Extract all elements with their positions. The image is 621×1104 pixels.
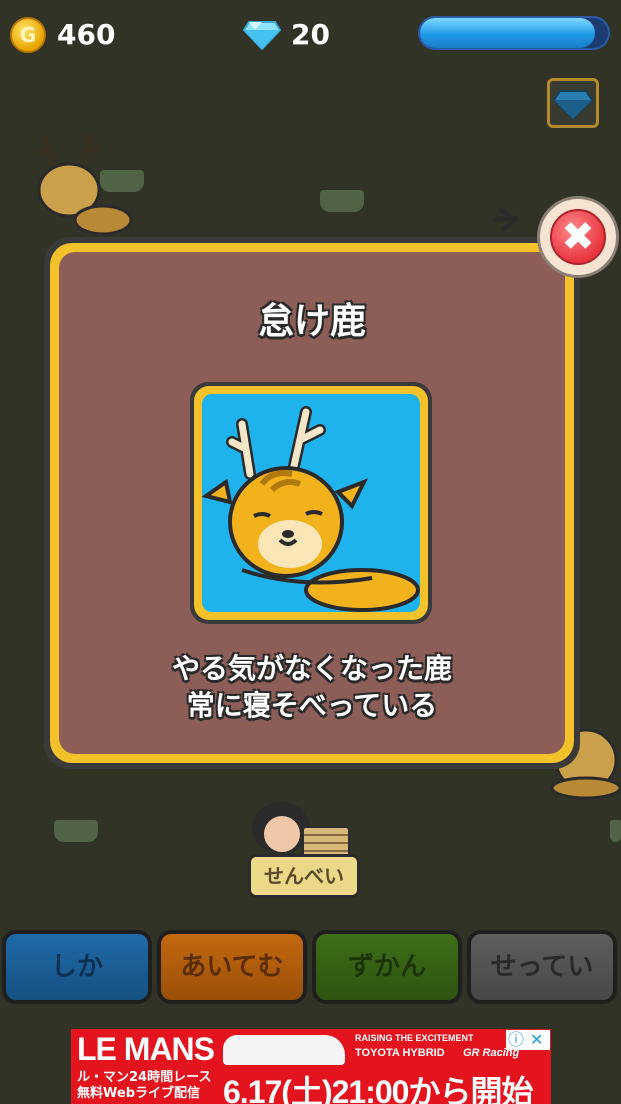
diamond-icon bbox=[243, 21, 281, 50]
energy-bar bbox=[418, 16, 610, 50]
ad-race-car bbox=[223, 1035, 345, 1065]
gem-count: 20 bbox=[291, 18, 330, 51]
ad-sub-line-2: 無料Webライブ配信 bbox=[77, 1086, 200, 1101]
close-button[interactable]: ✖ bbox=[537, 196, 619, 278]
diamond-shop-icon bbox=[552, 90, 594, 121]
ad-subtext: ル・マン24時間レース 無料Webライブ配信 bbox=[77, 1070, 211, 1102]
ad-date: 6.17(土)21:00から開始 bbox=[223, 1074, 533, 1104]
ad-close-icon[interactable]: ✕ bbox=[530, 1030, 543, 1050]
diamond-shop-button[interactable] bbox=[547, 78, 599, 128]
grass-tuft bbox=[54, 820, 98, 842]
coin-count: 460 bbox=[57, 18, 116, 51]
ad-tagline-2: TOYOTA HYBRID bbox=[355, 1047, 445, 1059]
tab-settings[interactable]: せってい bbox=[467, 930, 617, 1004]
description-line-2: 常に寝そべっている bbox=[186, 689, 438, 722]
ad-tagline-1: RAISING THE EXCITEMENT bbox=[355, 1033, 474, 1043]
senbei-vendor-sign[interactable]: せんべい bbox=[248, 854, 360, 898]
energy-bar-fill bbox=[420, 18, 595, 48]
tab-encyclopedia[interactable]: ずかん bbox=[312, 930, 462, 1004]
lazy-deer-portrait bbox=[202, 406, 420, 612]
tab-deer[interactable]: しか bbox=[2, 930, 152, 1004]
background-antler bbox=[492, 208, 519, 232]
description-line-1: やる気がなくなった鹿 bbox=[171, 652, 452, 685]
ad-sub-line-1: ル・マン24時間レース bbox=[77, 1070, 212, 1085]
grass-tuft bbox=[100, 170, 144, 192]
grass-tuft bbox=[610, 820, 621, 842]
modal-title: 怠け鹿 bbox=[257, 301, 366, 342]
ad-choices[interactable]: ⓘ ✕ bbox=[506, 1030, 550, 1050]
close-icon: ✖ bbox=[550, 209, 606, 265]
modal-description: やる気がなくなった鹿 常に寝そべっている bbox=[44, 650, 580, 724]
grass-tuft bbox=[320, 190, 364, 212]
vendor-face bbox=[262, 814, 302, 854]
portrait-frame bbox=[190, 382, 432, 624]
ad-info-icon[interactable]: ⓘ bbox=[508, 1030, 524, 1050]
ad-logo: LE MANS bbox=[77, 1031, 215, 1067]
gold-coin-icon: G bbox=[10, 17, 46, 53]
tab-items[interactable]: あいてむ bbox=[157, 930, 307, 1004]
ad-banner[interactable]: LE MANS RAISING THE EXCITEMENT TOYOTA HY… bbox=[71, 1029, 551, 1104]
